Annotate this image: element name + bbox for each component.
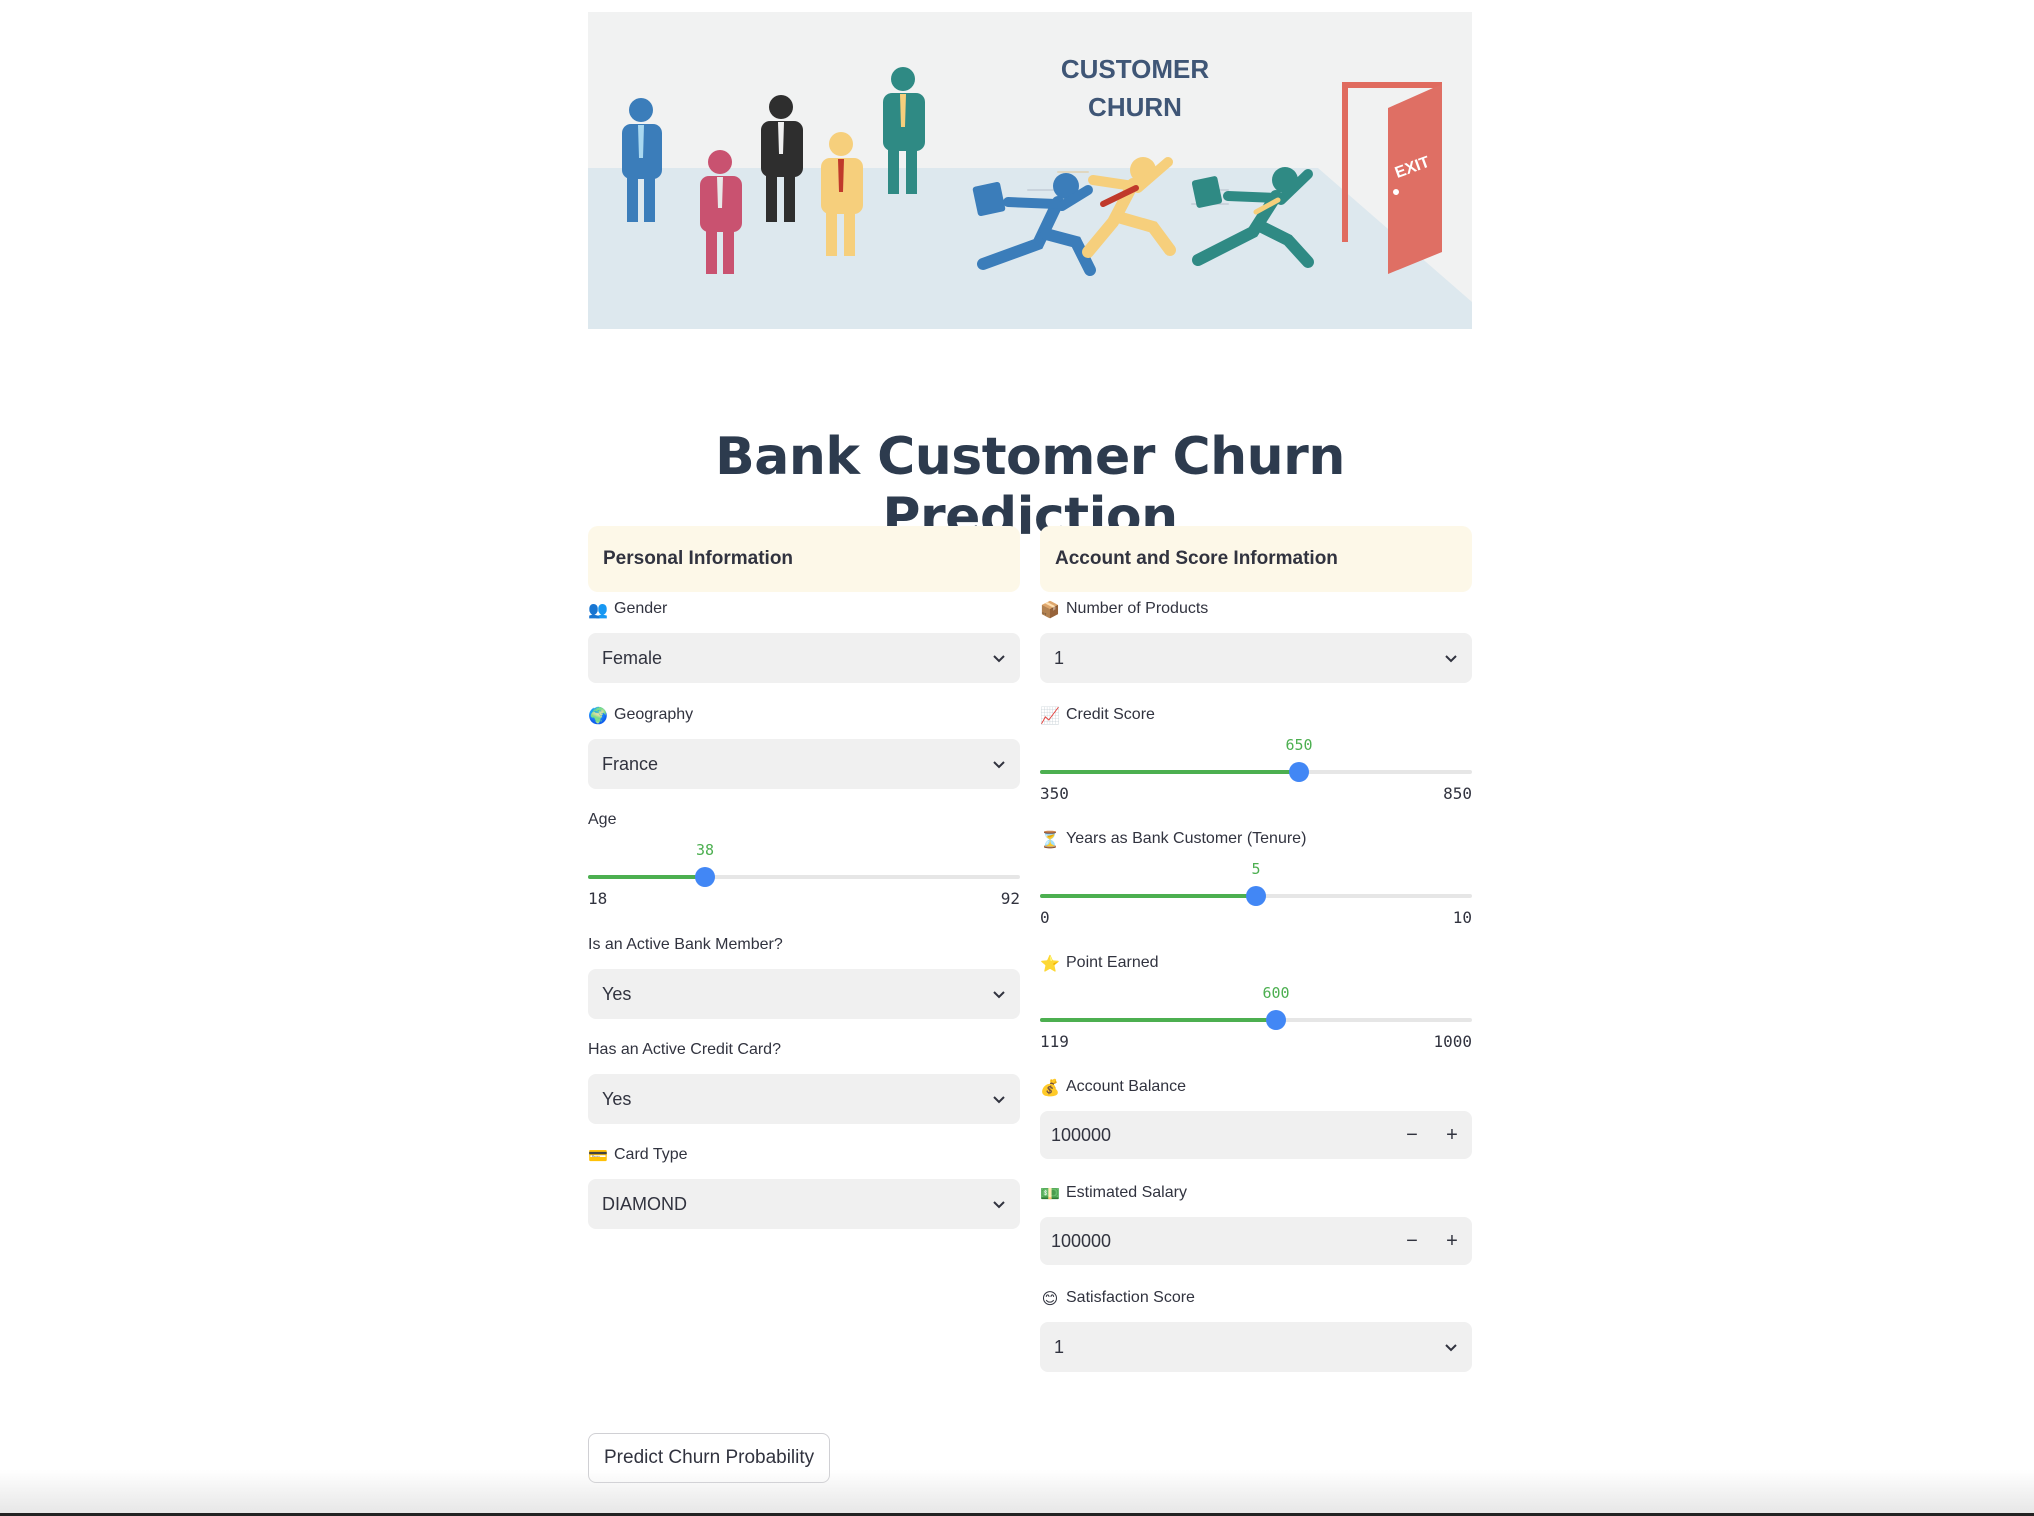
products-select[interactable]: 1 [1040, 633, 1472, 683]
credit-score-label: Credit Score [1066, 706, 1155, 723]
credit-card-icon: 💳 [588, 1145, 608, 1165]
geography-select[interactable]: France [588, 739, 1020, 789]
salary-field: 💵 Estimated Salary 100000 − + [1040, 1182, 1472, 1265]
gender-value: Female [602, 647, 663, 668]
predict-churn-button[interactable]: Predict Churn Probability [588, 1433, 831, 1483]
balance-field: 💰 Account Balance 100000 − + [1040, 1076, 1472, 1159]
geography-value: France [602, 753, 659, 774]
credit-card-field: Has an Active Credit Card? Yes [588, 1039, 1020, 1124]
tenure-slider-max: 10 [1452, 908, 1472, 927]
age-field: Age 38 18 92 [588, 809, 1020, 908]
salary-label: Estimated Salary [1066, 1184, 1187, 1201]
credit-score-field: 📈 Credit Score 650 350 850 [1040, 704, 1472, 803]
slider-fill [588, 875, 705, 879]
chart-up-icon: 📈 [1040, 705, 1060, 725]
balance-label: Account Balance [1066, 1078, 1187, 1095]
products-label: Number of Products [1066, 600, 1209, 617]
active-member-field: Is an Active Bank Member? Yes [588, 934, 1020, 1019]
slider-fill [1040, 1018, 1276, 1022]
chevron-down-icon [993, 1201, 1005, 1209]
card-type-field: 💳 Card Type DIAMOND [588, 1144, 1020, 1229]
star-icon: ⭐ [1040, 953, 1060, 973]
chevron-down-icon [993, 991, 1005, 999]
age-slider[interactable]: 38 18 92 [588, 831, 1020, 908]
credit-score-slider-value: 650 [1285, 736, 1313, 754]
credit-score-slider-max: 850 [1443, 784, 1472, 803]
account-info-header: Account and Score Information [1040, 526, 1472, 592]
credit-score-slider-min: 350 [1040, 784, 1069, 803]
active-member-value: Yes [602, 983, 632, 1004]
geography-field: 🌍 Geography France [588, 704, 1020, 789]
slider-thumb[interactable] [1246, 886, 1266, 906]
hourglass-icon: ⏳ [1040, 829, 1060, 849]
products-field: 📦 Number of Products 1 [1040, 598, 1472, 683]
age-slider-max: 92 [1000, 889, 1020, 908]
chevron-down-icon [1445, 655, 1457, 663]
gender-label: Gender [614, 600, 668, 617]
card-type-label: Card Type [614, 1146, 688, 1163]
slider-fill [1040, 894, 1256, 898]
age-slider-value: 38 [695, 841, 715, 859]
increment-button[interactable]: + [1432, 1111, 1472, 1159]
money-bag-icon: 💰 [1040, 1077, 1060, 1097]
personal-info-header: Personal Information [588, 526, 1020, 592]
points-slider-min: 119 [1040, 1032, 1069, 1051]
products-value: 1 [1054, 647, 1065, 668]
tenure-field: ⏳ Years as Bank Customer (Tenure) 5 0 10 [1040, 828, 1472, 927]
chevron-down-icon [993, 655, 1005, 663]
bottom-fade [0, 1470, 2034, 1514]
package-icon: 📦 [1040, 599, 1060, 619]
tenure-slider[interactable]: 5 0 10 [1040, 850, 1472, 927]
slider-thumb[interactable] [1266, 1010, 1286, 1030]
globe-icon: 🌍 [588, 705, 608, 725]
credit-card-select[interactable]: Yes [588, 1074, 1020, 1124]
points-slider-value: 600 [1262, 984, 1290, 1002]
tenure-label: Years as Bank Customer (Tenure) [1066, 830, 1307, 847]
balance-input[interactable]: 100000 [1040, 1111, 1392, 1159]
salary-input[interactable]: 100000 [1040, 1217, 1392, 1265]
age-label: Age [588, 811, 617, 828]
balance-number-input: 100000 − + [1040, 1111, 1472, 1159]
satisfaction-value: 1 [1054, 1336, 1065, 1357]
satisfaction-field: 😊 Satisfaction Score 1 [1040, 1287, 1472, 1372]
tenure-slider-min: 0 [1040, 908, 1050, 927]
slider-thumb[interactable] [695, 867, 715, 887]
account-info-column: Account and Score Information 📦 Number o… [1040, 526, 1472, 1372]
age-slider-min: 18 [588, 889, 608, 908]
decrement-button[interactable]: − [1392, 1111, 1432, 1159]
increment-button[interactable]: + [1432, 1217, 1472, 1265]
decrement-button[interactable]: − [1392, 1217, 1432, 1265]
gender-select[interactable]: Female [588, 633, 1020, 683]
satisfaction-label: Satisfaction Score [1066, 1289, 1195, 1306]
banner-heading-line1: CUSTOMER [1061, 54, 1210, 84]
points-slider[interactable]: 600 119 1000 [1040, 974, 1472, 1051]
chevron-down-icon [993, 1096, 1005, 1104]
credit-card-value: Yes [602, 1088, 632, 1109]
geography-label: Geography [614, 706, 694, 723]
points-field: ⭐ Point Earned 600 119 1000 [1040, 952, 1472, 1051]
card-type-select[interactable]: DIAMOND [588, 1179, 1020, 1229]
active-member-label: Is an Active Bank Member? [588, 936, 783, 953]
credit-score-slider[interactable]: 650 350 850 [1040, 726, 1472, 803]
slider-thumb[interactable] [1289, 762, 1309, 782]
personal-info-column: Personal Information 👥 Gender Female 🌍 G… [588, 526, 1020, 1229]
satisfaction-select[interactable]: 1 [1040, 1322, 1472, 1372]
active-member-select[interactable]: Yes [588, 969, 1020, 1019]
smile-icon: 😊 [1041, 1288, 1059, 1308]
banknote-icon: 💵 [1040, 1183, 1060, 1203]
customer-churn-banner: CUSTOMER CHURN EXIT [588, 12, 1472, 329]
gender-field: 👥 Gender Female [588, 598, 1020, 683]
chevron-down-icon [993, 761, 1005, 769]
credit-card-label: Has an Active Credit Card? [588, 1041, 781, 1058]
card-type-value: DIAMOND [602, 1193, 687, 1214]
points-slider-max: 1000 [1433, 1032, 1472, 1051]
points-label: Point Earned [1066, 954, 1159, 971]
people-icon: 👥 [588, 599, 608, 619]
tenure-slider-value: 5 [1251, 860, 1261, 878]
salary-number-input: 100000 − + [1040, 1217, 1472, 1265]
banner-heading-line2: CHURN [1088, 92, 1182, 122]
slider-fill [1040, 770, 1299, 774]
chevron-down-icon [1445, 1344, 1457, 1352]
